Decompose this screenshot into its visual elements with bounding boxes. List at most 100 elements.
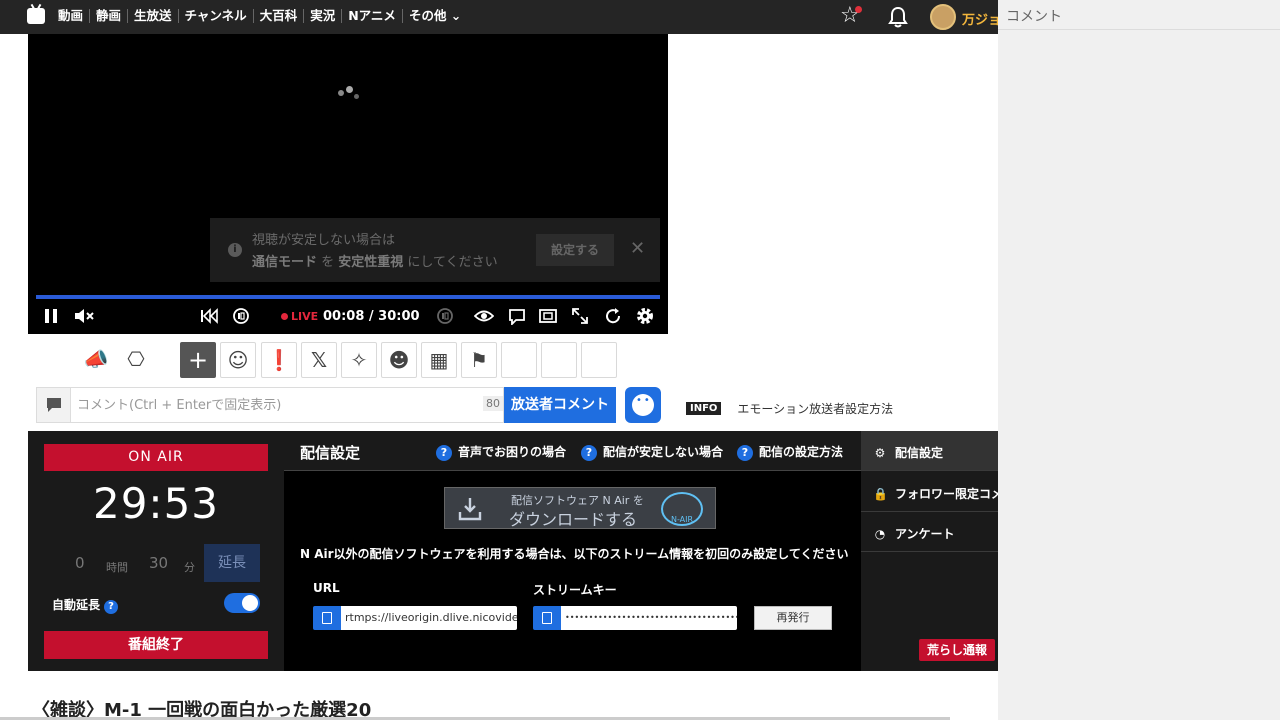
alert-tool-icon[interactable]: ❗ (261, 342, 297, 378)
empty-tool-slot[interactable] (581, 342, 617, 378)
auto-extend-toggle[interactable] (224, 593, 260, 613)
reload-icon[interactable] (604, 307, 622, 325)
user-avatar[interactable] (930, 4, 956, 30)
help-icon: ? (737, 445, 753, 461)
live-badge: LIVE (281, 310, 318, 323)
stability-notice: i 視聴が安定しない場合は 通信モード を 安定性重視 にしてください 設定する… (210, 218, 660, 282)
help-icon: ? (581, 445, 597, 461)
add-tool-button[interactable]: + (180, 342, 216, 378)
notification-dot (855, 6, 862, 13)
notice-settings-button[interactable]: 設定する (536, 234, 614, 266)
copy-key-icon[interactable] (533, 606, 561, 630)
broadcaster-panel: ON AIR 29:53 0 時間 30 分 延長 自動延長? 番組終了 配信設… (28, 431, 998, 671)
top-navbar: 動画 静画 生放送 チャンネル 大百科 実況 Nアニメ その他 ⌄ ☆ 万ジョ (0, 0, 998, 34)
end-program-button[interactable]: 番組終了 (44, 631, 268, 659)
gear-icon[interactable] (635, 306, 655, 326)
emotion-tool-1-icon[interactable]: ☺ (220, 342, 256, 378)
fullscreen-icon[interactable] (571, 307, 589, 325)
menu-follower-only-comment[interactable]: 🔒フォロワー限定コメント (861, 472, 998, 512)
stream-key-label: ストリームキー (533, 583, 617, 597)
nav-item-seiga[interactable]: 静画 (90, 9, 129, 23)
nair-download-button[interactable]: 配信ソフトウェア N Air を ダウンロードする N-AIR (444, 487, 716, 529)
settings-title: 配信設定 (300, 444, 361, 462)
extend-hours-value[interactable]: 0 (75, 554, 85, 572)
help-audio-link[interactable]: ? 音声でお困りの場合 (436, 443, 566, 461)
stream-key-field[interactable]: ••••••••••••••••••••••••••••••••••••••••… (561, 606, 737, 630)
nav-item-douga[interactable]: 動画 (58, 9, 91, 23)
on-air-badge: ON AIR (44, 444, 268, 471)
url-label: URL (313, 581, 340, 595)
help-icon[interactable]: ? (104, 600, 119, 614)
pause-icon[interactable] (44, 308, 58, 324)
nav-item-jikkyo[interactable]: 実況 (304, 9, 343, 23)
extend-hours-label: 時間 (106, 561, 128, 574)
report-troll-button[interactable]: 荒らし通報 (919, 639, 995, 661)
mute-icon[interactable] (74, 308, 94, 324)
auto-extend-label: 自動延長? (52, 596, 119, 614)
gift-box-icon[interactable]: ⎔ (118, 342, 154, 378)
nair-logo-icon: N-AIR (661, 492, 703, 526)
empty-tool-slot[interactable] (501, 342, 537, 378)
theater-mode-icon[interactable] (539, 309, 557, 323)
help-howto-link[interactable]: ? 配信の設定方法 (737, 443, 843, 461)
empty-tool-slot[interactable] (541, 342, 577, 378)
nav-item-channel[interactable]: チャンネル (179, 9, 254, 23)
close-icon[interactable]: ✕ (630, 238, 645, 259)
emotion-icon[interactable] (625, 387, 661, 423)
comment-form: 80 (36, 387, 504, 423)
extend-minutes-value[interactable]: 30 (149, 554, 168, 572)
sparkle-tool-icon[interactable]: ✧ (341, 342, 377, 378)
url-field[interactable]: rtmps://liveorigin.dlive.nicovideo.jp (341, 606, 517, 630)
extend-minutes-label: 分 (184, 561, 195, 574)
notes-tool-icon[interactable]: ▦ (421, 342, 457, 378)
pie-chart-icon: ◔ (874, 527, 886, 541)
forward-10-icon (437, 308, 453, 324)
nav-item-nanime[interactable]: Nアニメ (342, 9, 403, 23)
comment-panel: コメント (998, 0, 1280, 720)
x-share-icon[interactable]: 𝕏 (301, 342, 337, 378)
info-tag: INFO (686, 402, 722, 415)
menu-survey[interactable]: ◔ アンケート (861, 512, 998, 552)
extend-button[interactable]: 延長 (204, 544, 260, 582)
broadcast-menu: ⚙配信設定 🔒フォロワー限定コメント ◔アンケート 荒らし通報 (861, 431, 998, 671)
help-icon: ? (436, 445, 452, 461)
help-unstable-link[interactable]: ? 配信が安定しない場合 (581, 443, 723, 461)
remaining-timer: 29:53 (92, 479, 220, 528)
notice-line1: 視聴が安定しない場合は (252, 233, 396, 248)
nav-item-dic[interactable]: 大百科 (254, 9, 305, 23)
comment-panel-title: コメント (998, 0, 1280, 30)
comment-mode-icon[interactable] (37, 388, 71, 422)
info-text[interactable]: エモーション放送者設定方法 (737, 402, 893, 416)
info-notice[interactable]: INFO エモーション放送者設定方法 (686, 398, 893, 417)
download-icon (458, 498, 482, 521)
nair-big-text: ダウンロードする (509, 510, 638, 529)
niconico-logo-icon[interactable] (27, 8, 45, 24)
nav-item-more[interactable]: その他 ⌄ (403, 9, 467, 23)
menu-stream-settings[interactable]: ⚙ 配信設定 (861, 431, 998, 471)
comment-input[interactable] (77, 394, 477, 416)
user-name[interactable]: 万ジョ (962, 9, 998, 28)
flag-tool-icon[interactable]: ⚑ (461, 342, 497, 378)
comment-toggle-icon[interactable] (508, 308, 526, 325)
settings-header: 配信設定 ? 音声でお困りの場合 ? 配信が安定しない場合 ? 配信の設定方法 (284, 431, 861, 471)
seek-bar[interactable] (36, 295, 660, 299)
global-nav: 動画 静画 生放送 チャンネル 大百科 実況 Nアニメ その他 ⌄ (58, 9, 467, 23)
copy-url-icon[interactable] (313, 606, 341, 630)
broadcast-status-column: ON AIR 29:53 0 時間 30 分 延長 自動延長? 番組終了 (28, 431, 284, 671)
face-tool-icon[interactable]: ☻ (381, 342, 417, 378)
megaphone-icon[interactable]: 📣 (78, 342, 114, 378)
video-player[interactable]: i 視聴が安定しない場合は 通信モード を 安定性重視 にしてください 設定する… (28, 34, 668, 334)
nav-item-live[interactable]: 生放送 (128, 9, 179, 23)
comment-char-count: 80 (483, 396, 503, 411)
info-icon: i (228, 243, 242, 257)
rewind-10-icon[interactable] (232, 307, 250, 325)
reissue-key-button[interactable]: 再発行 (754, 606, 832, 630)
broadcaster-comment-button[interactable]: 放送者コメント (504, 387, 616, 423)
playback-time: 00:08 / 30:00 (323, 309, 420, 324)
lock-icon: 🔒 (873, 487, 888, 501)
stream-settings-column: 配信設定 ? 音声でお困りの場合 ? 配信が安定しない場合 ? 配信の設定方法 配信ソ… (284, 431, 861, 671)
skip-back-icon[interactable] (200, 308, 218, 324)
notice-line2: 通信モード を 安定性重視 にしてください (252, 255, 498, 270)
eye-icon[interactable] (474, 308, 494, 324)
bell-icon[interactable] (888, 6, 908, 28)
